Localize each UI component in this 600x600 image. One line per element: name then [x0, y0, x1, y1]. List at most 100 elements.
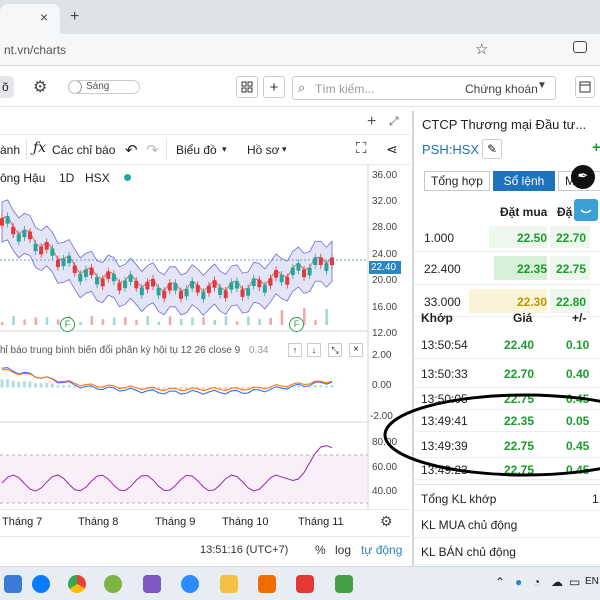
candle-body [134, 280, 139, 289]
candle-body [145, 281, 150, 290]
candle-body [78, 274, 83, 282]
edit-pencil-icon[interactable]: ✎ [482, 139, 502, 159]
add-watchlist-icon[interactable]: + [592, 139, 600, 156]
profile-button[interactable]: Hồ sơ [247, 143, 280, 157]
fullscreen-icon[interactable]: ⛶ [356, 140, 367, 157]
chart-toolbar: ành ƒx Các chỉ báo ↶ ↷ Biểu đồ ▾ Hồ sơ ▾… [0, 135, 410, 165]
volume-bar [146, 316, 149, 325]
network-icon[interactable]: ▭ [569, 575, 580, 589]
chrome-icon[interactable] [68, 575, 86, 593]
candle-body [123, 280, 128, 289]
chevron-down-icon[interactable]: ▾ [282, 144, 287, 155]
macd-histogram-bar [313, 385, 317, 388]
zalo-icon[interactable] [32, 575, 50, 593]
browser-tab[interactable]: × [0, 4, 60, 34]
emoji-icon[interactable] [574, 199, 598, 221]
event-marker[interactable]: F [289, 317, 304, 332]
candle-body [285, 277, 290, 285]
share-icon[interactable]: ⋖ [386, 141, 398, 158]
axis-settings-gear-icon[interactable]: ⚙ [380, 513, 393, 530]
maximize-pane-icon[interactable]: ⤡ [328, 343, 342, 357]
trade-row: 13:50:54 22.40 0.10 [414, 330, 600, 359]
search-box[interactable]: ⌕ Tìm kiếm... Chứng khoán ▼ [292, 76, 556, 100]
candle-body [246, 288, 251, 296]
theme-toggle[interactable]: Sáng [68, 80, 140, 94]
redo-icon[interactable]: ↷ [146, 141, 159, 159]
volume-bar [213, 319, 217, 325]
exchange-label: HSX [85, 171, 110, 185]
layout-grid-icon[interactable] [236, 76, 258, 98]
macd-histogram-bar [319, 385, 323, 388]
volume-bar [235, 321, 239, 325]
coccoc-icon[interactable] [104, 575, 122, 593]
macd-histogram-bar [67, 384, 71, 388]
app-icon[interactable] [296, 575, 314, 593]
new-tab-button[interactable]: + [70, 8, 79, 26]
app-icon[interactable] [258, 575, 276, 593]
candle-body [156, 287, 161, 296]
language-indicator[interactable]: EN [585, 576, 599, 587]
macd-legend-row: hỉ báo trung bình biến đổi phân kỳ hội t… [0, 343, 368, 359]
add-chart-button[interactable]: + [263, 76, 285, 98]
bluestacks-icon[interactable] [335, 575, 353, 593]
tray-app-icon[interactable]: ◔ [533, 575, 540, 589]
move-up-icon[interactable]: ↑ [288, 343, 302, 357]
candle-body [128, 274, 133, 282]
candle-body [178, 291, 183, 299]
search-input[interactable]: Tìm kiếm... [315, 82, 374, 96]
bid-header: Đặt mua [500, 205, 548, 219]
pocket-icon[interactable] [573, 41, 587, 53]
auto-scale-button[interactable]: tự động [361, 543, 402, 557]
truncated-button[interactable]: õ [0, 76, 14, 98]
zoom-icon[interactable] [181, 575, 199, 593]
price-pane [0, 199, 368, 325]
tray-app-icon[interactable]: ● [515, 575, 522, 589]
chart-menu-label[interactable]: ành [0, 143, 20, 157]
chart-type-button[interactable]: Biểu đồ [176, 143, 217, 157]
indicators-button[interactable]: Các chỉ báo [52, 143, 115, 157]
divider [166, 139, 167, 159]
percent-scale-button[interactable]: % [315, 543, 326, 557]
bookmark-star-icon[interactable]: ☆ [475, 40, 488, 58]
bid-price: 22.30 [517, 295, 548, 309]
macd-histogram-bar [28, 381, 32, 388]
chevron-down-icon[interactable]: ▾ [222, 144, 227, 155]
volume-bar [12, 316, 15, 325]
app-icon[interactable] [143, 575, 161, 593]
trade-time: 13:50:33 [421, 367, 468, 381]
chevron-down-icon[interactable]: ▼ [537, 80, 547, 91]
market-select[interactable]: Chứng khoán [465, 82, 538, 96]
undo-icon[interactable]: ↶ [125, 141, 138, 159]
close-pane-icon[interactable]: × [349, 343, 363, 357]
macd-value: 0.34 [249, 345, 269, 356]
tray-arrow-icon[interactable]: ⌃ [495, 575, 505, 589]
company-name: CTCP Thương mại Đầu tư... [422, 117, 587, 132]
explorer-icon[interactable] [4, 575, 22, 593]
candle-body [162, 290, 167, 299]
chart-area[interactable]: ông Hậu 1D HSX hỉ báo trung bình biến đổ… [0, 165, 410, 510]
event-marker[interactable]: F [60, 317, 75, 332]
cloud-icon[interactable]: ☁ [551, 575, 563, 589]
trade-change: 0.10 [566, 338, 590, 352]
add-pane-icon[interactable]: + [367, 113, 376, 131]
price-chart[interactable] [0, 165, 410, 510]
volume-bar [101, 319, 105, 325]
expand-icon[interactable]: ⤢ [389, 114, 399, 129]
candle-body [279, 274, 284, 283]
candle-body [33, 243, 38, 252]
rsi-pane [0, 445, 368, 504]
interval-label[interactable]: 1D [59, 171, 74, 185]
tab-close-icon[interactable]: × [40, 9, 48, 25]
pen-tool-icon[interactable]: ✒ [571, 165, 595, 189]
move-down-icon[interactable]: ↓ [307, 343, 321, 357]
url-text[interactable]: nt.vn/charts [4, 43, 66, 57]
indicators-fx-icon[interactable]: ƒx [33, 140, 46, 156]
menu-icon[interactable] [575, 76, 595, 98]
settings-gear-icon[interactable]: ⚙ [33, 77, 47, 97]
log-scale-button[interactable]: log [335, 543, 351, 557]
ticker-label[interactable]: PSH:HSX [422, 142, 479, 157]
tab-order-book[interactable]: Sổ lệnh [493, 171, 555, 191]
folder-icon[interactable] [220, 575, 238, 593]
tab-summary[interactable]: Tổng hợp [424, 171, 490, 191]
book-volume: 33.000 [424, 295, 461, 309]
